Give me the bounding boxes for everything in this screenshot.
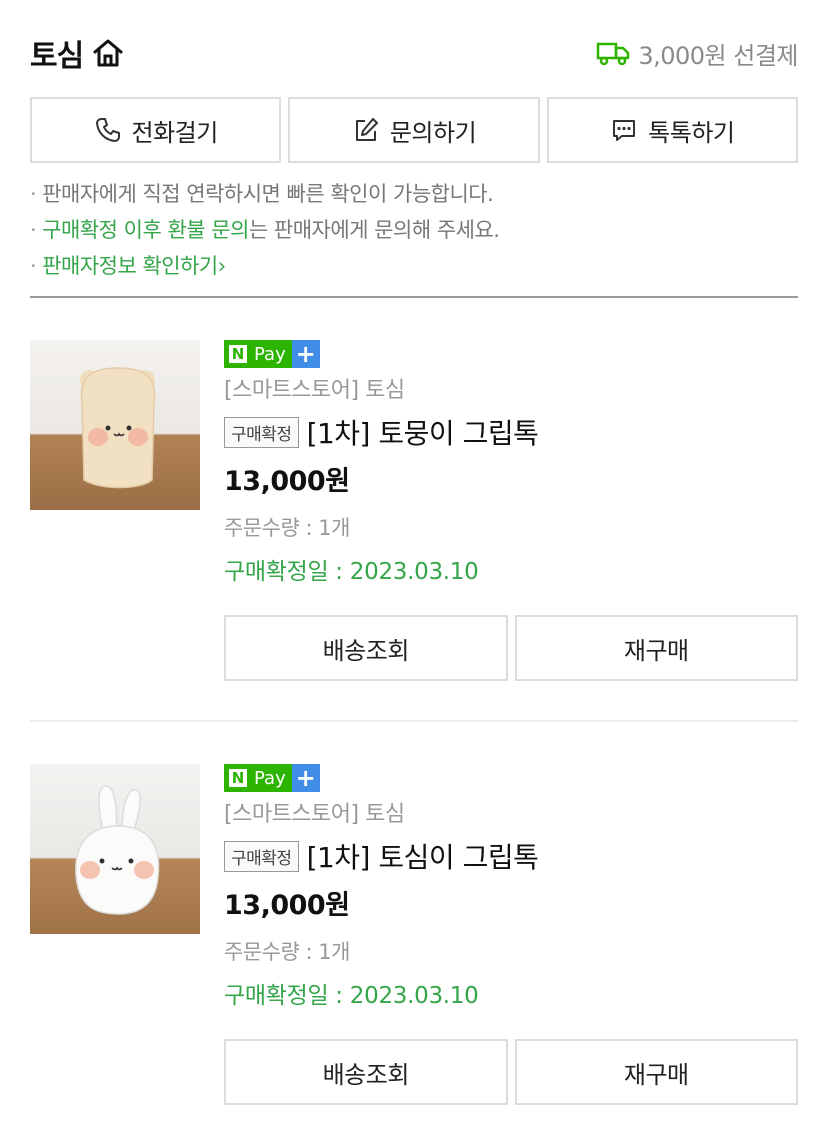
phone-icon (95, 118, 120, 142)
shipping-info: 3,000원 선결제 (596, 36, 798, 71)
product-price: 13,000원 (224, 890, 350, 921)
status-chip: 구매확정 (224, 840, 299, 872)
order-item: N Pay + [스마트스토어] 토심 구매확정 [1차] 토뭉이 그립톡 13… (30, 340, 798, 685)
product-name[interactable]: [1차] 토뭉이 그립톡 (307, 412, 539, 452)
order-actions: 배송조회 재구매 (224, 615, 798, 681)
product-row: 구매확정 [1차] 토뭉이 그립톡 (224, 410, 798, 454)
inquiry-button[interactable]: 문의하기 (288, 97, 540, 163)
seller-info-link[interactable]: · 판매자정보 확인하기› (30, 249, 798, 285)
order-divider (30, 720, 798, 722)
store-label[interactable]: [스마트스토어] 토심 (224, 800, 798, 830)
plus-icon: + (291, 340, 320, 368)
section-divider (30, 296, 798, 298)
status-chip: 구매확정 (224, 416, 299, 448)
store-label[interactable]: [스마트스토어] 토심 (224, 376, 798, 406)
contact-buttons: 전화걸기 문의하기 톡톡하기 (30, 97, 798, 163)
rebuy-button[interactable]: 재구매 (514, 615, 798, 681)
track-delivery-button[interactable]: 배송조회 (224, 1039, 508, 1105)
npay-label: Pay (252, 764, 292, 792)
npay-plus-badge: N Pay + (224, 340, 798, 368)
talk-button[interactable]: 톡톡하기 (546, 97, 798, 163)
product-thumbnail-bear[interactable] (30, 340, 200, 510)
call-button[interactable]: 전화걸기 (30, 97, 282, 163)
track-delivery-button[interactable]: 배송조회 (224, 615, 508, 681)
order-item: N Pay + [스마트스토어] 토심 구매확정 [1차] 토심이 그립톡 13… (30, 764, 798, 1109)
chat-icon (613, 120, 636, 141)
home-icon[interactable] (91, 36, 125, 70)
product-row: 구매확정 [1차] 토심이 그립톡 (224, 834, 798, 878)
store-title[interactable]: 토심 (30, 31, 125, 75)
confirm-date: 구매확정일 : 2023.03.10 (224, 983, 479, 1009)
npay-plus-badge: N Pay + (224, 764, 798, 792)
product-price: 13,000원 (224, 466, 350, 497)
order-quantity: 주문수량 : 1개 (224, 516, 350, 540)
order-info: N Pay + [스마트스토어] 토심 구매확정 [1차] 토심이 그립톡 13… (224, 764, 798, 1018)
store-name[interactable]: 토심 (30, 31, 84, 75)
notice-item: · 판매자에게 직접 연락하시면 빠른 확인이 가능합니다. (30, 182, 494, 206)
edit-icon (355, 118, 378, 141)
inquiry-button-label: 문의하기 (389, 118, 477, 147)
shipping-text: 3,000원 선결제 (638, 41, 798, 70)
product-name[interactable]: [1차] 토심이 그립톡 (307, 836, 539, 876)
product-thumbnail-rabbit[interactable] (30, 764, 200, 934)
refund-inquiry-highlight: 구매확정 이후 환불 문의 (42, 218, 249, 242)
npay-label: Pay (252, 340, 292, 368)
notice-list: · 판매자에게 직접 연락하시면 빠른 확인이 가능합니다. · 구매확정 이후 환… (30, 177, 798, 285)
order-info: N Pay + [스마트스토어] 토심 구매확정 [1차] 토뭉이 그립톡 13… (224, 340, 798, 594)
talk-button-label: 톡톡하기 (648, 118, 735, 147)
notice-item: · 구매확정 이후 환불 문의는 판매자에게 문의해 주세요. (30, 218, 500, 242)
order-actions: 배송조회 재구매 (224, 1039, 798, 1105)
call-button-label: 전화걸기 (131, 118, 219, 147)
store-header: 토심 3,000원 선결제 (30, 30, 798, 76)
truck-icon (596, 40, 630, 66)
chevron-right-icon: › (217, 254, 226, 278)
naver-n-logo: N (224, 340, 252, 368)
confirm-date: 구매확정일 : 2023.03.10 (224, 559, 479, 585)
rebuy-button[interactable]: 재구매 (514, 1039, 798, 1105)
order-quantity: 주문수량 : 1개 (224, 940, 350, 964)
naver-n-logo: N (224, 764, 252, 792)
plus-icon: + (291, 764, 320, 792)
